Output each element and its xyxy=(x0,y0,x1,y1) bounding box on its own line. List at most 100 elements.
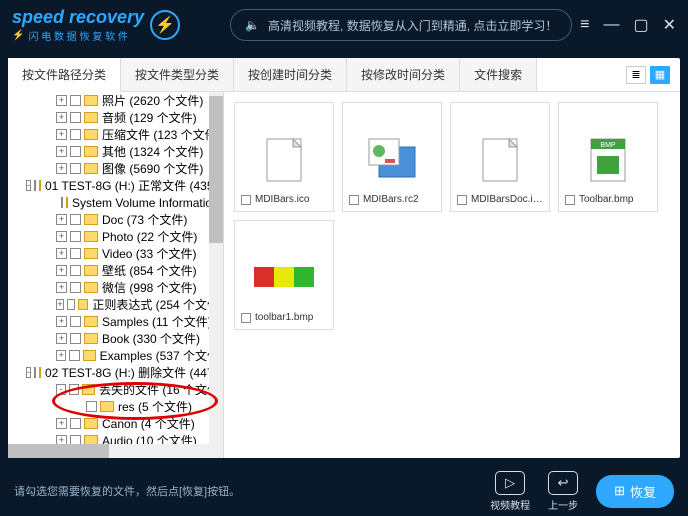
file-item[interactable]: MDIBars.rc2 xyxy=(342,102,442,212)
checkbox[interactable] xyxy=(241,313,251,323)
file-thumb xyxy=(254,249,314,304)
folder-icon xyxy=(84,248,98,259)
checkbox[interactable] xyxy=(70,231,81,242)
expand-icon[interactable]: + xyxy=(56,333,67,344)
tree-row[interactable]: System Volume Information (3 … xyxy=(8,194,223,211)
checkbox[interactable] xyxy=(69,350,79,361)
checkbox[interactable] xyxy=(86,401,97,412)
view-list-button[interactable]: ≣ xyxy=(626,66,646,84)
checkbox[interactable] xyxy=(70,282,81,293)
file-item[interactable]: toolbar1.bmp xyxy=(234,220,334,330)
tree-row[interactable]: -02 TEST-8G (H:) 删除文件 (4471 个文 xyxy=(8,364,223,381)
tab-4[interactable]: 文件搜索 xyxy=(460,58,537,91)
file-item[interactable]: MDIBars.ico xyxy=(234,102,334,212)
tree-row[interactable]: - 01 TEST-8G (H:) 正常文件 (4355 个文 xyxy=(8,177,223,194)
expand-icon[interactable]: - xyxy=(26,180,31,191)
checkbox[interactable] xyxy=(349,195,359,205)
folder-icon xyxy=(84,333,98,344)
checkbox[interactable] xyxy=(70,214,81,225)
tree-row[interactable]: +Canon (4 个文件) xyxy=(8,415,223,432)
checkbox[interactable] xyxy=(70,129,81,140)
expand-icon[interactable]: + xyxy=(56,299,64,310)
back-icon: ↩ xyxy=(548,471,578,495)
tree-row[interactable]: +Samples (11 个文件) xyxy=(8,313,223,330)
checkbox[interactable] xyxy=(34,367,36,378)
file-name: MDIBarsDoc.ico xyxy=(471,194,543,205)
file-tree[interactable]: +照片 (2620 个文件)+音频 (129 个文件)+压缩文件 (123 个文… xyxy=(8,92,224,458)
tab-3[interactable]: 按修改时间分类 xyxy=(347,58,460,91)
checkbox[interactable] xyxy=(70,265,81,276)
expand-icon[interactable]: + xyxy=(56,316,67,327)
expand-icon[interactable]: - xyxy=(26,367,31,378)
tree-row[interactable]: +Doc (73 个文件) xyxy=(8,211,223,228)
expand-icon[interactable]: + xyxy=(56,214,67,225)
tree-row[interactable]: +正则表达式 (254 个文件) xyxy=(8,296,223,313)
minimize-button[interactable]: — xyxy=(603,16,619,34)
expand-icon[interactable]: + xyxy=(56,146,67,157)
checkbox[interactable] xyxy=(457,195,467,205)
tab-2[interactable]: 按创建时间分类 xyxy=(234,58,347,91)
tree-row[interactable]: +Photo (22 个文件) xyxy=(8,228,223,245)
checkbox[interactable] xyxy=(69,384,79,395)
expand-icon[interactable]: + xyxy=(56,350,66,361)
checkbox[interactable] xyxy=(70,95,81,106)
tree-row[interactable]: +Video (33 个文件) xyxy=(8,245,223,262)
recover-button[interactable]: ⊞ 恢复 xyxy=(596,475,674,508)
tree-row[interactable]: -丢失的文件 (16 个文件) xyxy=(8,381,223,398)
expand-icon[interactable]: + xyxy=(56,231,67,242)
checkbox[interactable] xyxy=(70,163,81,174)
play-icon: ▷ xyxy=(495,471,525,495)
checkbox[interactable] xyxy=(241,195,251,205)
prev-step-button[interactable]: ↩ 上一步 xyxy=(548,471,578,512)
tree-row[interactable]: +其他 (1324 个文件) xyxy=(8,143,223,160)
expand-icon[interactable]: + xyxy=(56,163,67,174)
help-link[interactable]: 🔈 高清视频教程, 数据恢复从入门到精通, 点击立即学习！ xyxy=(230,9,572,41)
expand-icon[interactable]: + xyxy=(56,282,67,293)
checkbox[interactable] xyxy=(70,146,81,157)
tree-row[interactable]: +音频 (129 个文件) xyxy=(8,109,223,126)
checkbox[interactable] xyxy=(70,112,81,123)
expand-icon[interactable]: - xyxy=(56,384,66,395)
tree-row[interactable]: +照片 (2620 个文件) xyxy=(8,92,223,109)
checkbox[interactable] xyxy=(70,418,81,429)
tab-0[interactable]: 按文件路径分类 xyxy=(8,58,121,92)
tab-bar: 按文件路径分类按文件类型分类按创建时间分类按修改时间分类文件搜索 ≣ ▦ xyxy=(8,58,680,92)
tab-1[interactable]: 按文件类型分类 xyxy=(121,58,234,91)
checkbox[interactable] xyxy=(70,248,81,259)
checkbox[interactable] xyxy=(34,180,36,191)
checkbox[interactable] xyxy=(70,333,81,344)
tree-row[interactable]: res (5 个文件) xyxy=(8,398,223,415)
file-item[interactable]: BMPToolbar.bmp xyxy=(558,102,658,212)
tree-row[interactable]: +压缩文件 (123 个文件) xyxy=(8,126,223,143)
file-grid: MDIBars.ico MDIBars.rc2 MDIBarsDoc.ico BMPT… xyxy=(224,92,680,458)
expand-icon[interactable]: + xyxy=(56,112,67,123)
maximize-button[interactable]: ▢ xyxy=(633,15,648,35)
close-button[interactable]: ✕ xyxy=(663,15,676,35)
checkbox[interactable] xyxy=(61,197,63,208)
tree-row[interactable]: +微信 (998 个文件) xyxy=(8,279,223,296)
expand-icon[interactable]: + xyxy=(56,265,67,276)
tree-label: 图像 (5690 个文件) xyxy=(102,160,203,177)
checkbox[interactable] xyxy=(70,316,81,327)
video-tutorial-button[interactable]: ▷ 视频教程 xyxy=(490,471,530,512)
file-item[interactable]: MDIBarsDoc.ico xyxy=(450,102,550,212)
tree-row[interactable]: +Book (330 个文件) xyxy=(8,330,223,347)
menu-icon[interactable]: ≡ xyxy=(580,16,589,34)
tree-row[interactable]: + 图像 (5690 个文件) xyxy=(8,160,223,177)
file-thumb: BMP xyxy=(578,131,638,186)
expand-icon[interactable]: + xyxy=(56,418,67,429)
tree-row[interactable]: +壁纸 (854 个文件) xyxy=(8,262,223,279)
tree-scrollbar-v[interactable] xyxy=(209,92,223,458)
expand-icon[interactable]: + xyxy=(56,248,67,259)
tree-scrollbar-h[interactable] xyxy=(8,444,209,458)
view-grid-button[interactable]: ▦ xyxy=(650,66,670,84)
tree-row[interactable]: +Examples (537 个文件) xyxy=(8,347,223,364)
checkbox[interactable] xyxy=(67,299,75,310)
expand-icon[interactable]: + xyxy=(56,95,67,106)
file-thumb xyxy=(362,131,422,186)
tree-label: 01 TEST-8G (H:) 正常文件 (4355 个文 xyxy=(45,177,224,194)
checkbox[interactable] xyxy=(565,195,575,205)
file-name: MDIBars.rc2 xyxy=(363,194,419,205)
folder-icon xyxy=(84,214,98,225)
expand-icon[interactable]: + xyxy=(56,129,67,140)
